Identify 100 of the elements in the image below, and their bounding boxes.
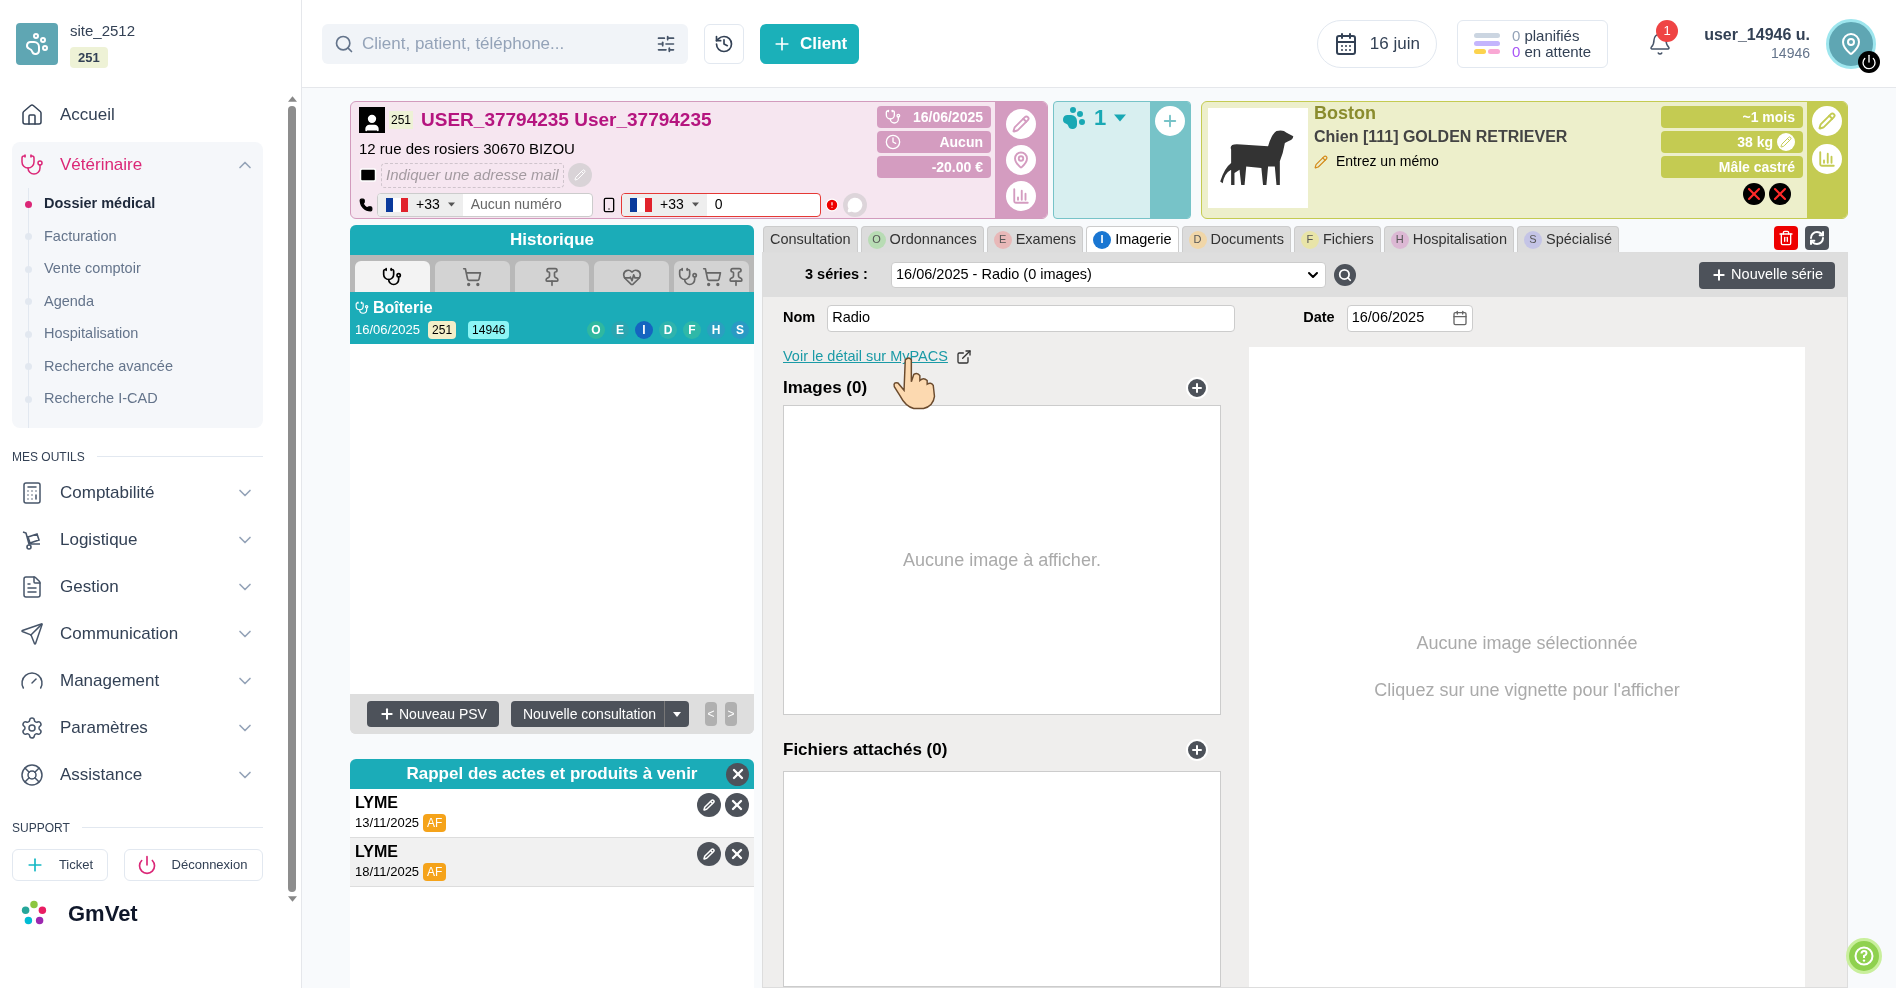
- edit-button[interactable]: [697, 842, 721, 866]
- caret-icon[interactable]: [673, 711, 682, 717]
- record-tab[interactable]: Consultation: [763, 226, 858, 252]
- preview-title: Aucune image sélectionnée: [1416, 632, 1638, 655]
- filter-icon[interactable]: [656, 33, 676, 54]
- stethoscope-icon: [677, 266, 698, 287]
- submenu-item[interactable]: Dossier médical: [44, 193, 156, 216]
- pin-icon: [542, 266, 562, 287]
- refresh-button[interactable]: [1805, 226, 1829, 250]
- new-consultation-button[interactable]: Nouvelle consultation: [510, 701, 690, 727]
- history-filter-tab[interactable]: [355, 261, 430, 292]
- phone-field[interactable]: +33 Aucun numéro: [377, 192, 593, 217]
- record-tab[interactable]: E Examens: [986, 226, 1084, 252]
- new-series-button[interactable]: Nouvelle série: [1699, 261, 1835, 289]
- heart-pulse-icon: [621, 266, 642, 287]
- appointment-badge: Aucun: [877, 131, 991, 153]
- client-name[interactable]: USER_37794235 User_37794235: [421, 106, 712, 135]
- ticket-button[interactable]: Ticket: [12, 848, 108, 881]
- power-badge[interactable]: [1858, 50, 1880, 73]
- delete-button[interactable]: [725, 793, 749, 817]
- pencil-icon: [703, 799, 715, 811]
- record-tab[interactable]: O Ordonnances: [860, 226, 984, 252]
- submenu-item[interactable]: Recherche I-CAD: [44, 388, 158, 411]
- speech-bubble-icon: [847, 196, 863, 213]
- stethoscope-icon: [20, 153, 44, 177]
- patient-name: Boston: [1314, 103, 1377, 123]
- close-icon: [729, 846, 745, 862]
- nav-item[interactable]: Vétérinaire: [12, 142, 263, 188]
- reminder-tag: AF: [423, 862, 447, 881]
- mobile-field[interactable]: +33 0: [621, 192, 821, 217]
- add-pet-button[interactable]: [1155, 106, 1185, 136]
- date-label: Date: [1303, 308, 1335, 328]
- reminder-name: LYME: [355, 842, 399, 862]
- pencil-icon: [703, 848, 715, 860]
- date-field[interactable]: 16/06/2025: [1346, 304, 1473, 332]
- patient-breed: Chien [111] GOLDEN RETRIEVER: [1314, 127, 1569, 147]
- nav-item[interactable]: Gestion: [12, 563, 263, 611]
- search-icon: [1338, 268, 1352, 282]
- submenu-item[interactable]: Vente comptoir: [44, 258, 141, 281]
- record-tab[interactable]: D Documents: [1181, 226, 1291, 252]
- paper-plane-icon: [20, 622, 44, 646]
- pin-icon: [1839, 31, 1863, 56]
- caret-icon[interactable]: [287, 896, 297, 902]
- record-tab[interactable]: S Spécialisé: [1516, 226, 1620, 252]
- nav-item[interactable]: Accueil: [12, 92, 263, 138]
- map-pin-icon: [1012, 151, 1030, 169]
- caret-icon[interactable]: [287, 96, 297, 102]
- bar-chart-icon: [1818, 150, 1836, 168]
- planning-summary[interactable]: 0 planifiés 0 en attente: [1456, 19, 1609, 68]
- user-avatar[interactable]: [1826, 18, 1876, 69]
- record-tab[interactable]: I Imagerie: [1086, 226, 1179, 252]
- memo-field[interactable]: Entrez un mémo: [1336, 151, 1439, 172]
- entry-date: 16/06/2025: [355, 321, 421, 339]
- brand-logo-icon: [20, 899, 48, 927]
- age-badge: ~1 mois: [1661, 106, 1803, 128]
- entry-title: Boîterie: [373, 298, 433, 318]
- submenu-item[interactable]: Agenda: [44, 290, 94, 313]
- delete-button[interactable]: [725, 842, 749, 866]
- delete-button[interactable]: [1774, 226, 1798, 250]
- caret-icon[interactable]: [691, 202, 699, 207]
- power-icon: [137, 854, 157, 875]
- external-link-icon[interactable]: [955, 349, 972, 365]
- client-badge: 251: [389, 111, 414, 130]
- submenu-item[interactable]: Hospitalisation: [44, 323, 139, 346]
- caret-icon[interactable]: [447, 202, 455, 207]
- record-tab[interactable]: F Fichiers: [1293, 226, 1381, 252]
- plus-icon: [1161, 112, 1179, 130]
- nav-item[interactable]: Management: [12, 657, 263, 705]
- weight-badge: 38 kg: [1661, 131, 1803, 153]
- submenu-item[interactable]: Recherche avancée: [44, 355, 173, 378]
- history-button[interactable]: [704, 23, 744, 64]
- user-name: user_14946 u.: [1704, 25, 1810, 44]
- add-image-button[interactable]: [1185, 376, 1209, 400]
- add-file-button[interactable]: [1185, 738, 1209, 762]
- record-tab[interactable]: H Hospitalisation: [1383, 226, 1514, 252]
- nav-item[interactable]: Communication: [12, 610, 263, 658]
- new-psv-button[interactable]: Nouveau PSV: [367, 701, 499, 727]
- history-entry[interactable]: Boîterie 16/06/2025 251 14946 O E I D F H S: [350, 292, 754, 344]
- name-field[interactable]: Radio: [827, 304, 1236, 332]
- nav-item[interactable]: Assistance: [12, 751, 263, 799]
- edit-button[interactable]: [697, 793, 721, 817]
- nav-item[interactable]: Comptabilité: [12, 469, 263, 517]
- pencil-icon: [1818, 112, 1836, 130]
- section-heading: MES OUTILS: [12, 448, 85, 466]
- document-icon: [20, 575, 44, 599]
- close-button[interactable]: [726, 762, 749, 786]
- entry-badge: 251: [428, 320, 457, 339]
- nav-item[interactable]: Paramètres: [12, 704, 263, 752]
- chart-button[interactable]: [1006, 181, 1036, 211]
- reminder-name: LYME: [355, 793, 399, 813]
- submenu-item[interactable]: Facturation: [44, 225, 117, 248]
- logout-button[interactable]: Déconnexion: [124, 848, 263, 881]
- search-button[interactable]: [1334, 264, 1356, 286]
- section-title: Images (0): [783, 377, 869, 400]
- nav-item[interactable]: Logistique: [12, 516, 263, 564]
- series-select[interactable]: 16/06/2025 - Radio (0 images): [891, 262, 1326, 288]
- stethoscope-icon: [382, 266, 403, 287]
- calendar-icon: [1451, 310, 1468, 326]
- location-button[interactable]: [1006, 145, 1036, 175]
- calculator-icon: [20, 481, 44, 505]
